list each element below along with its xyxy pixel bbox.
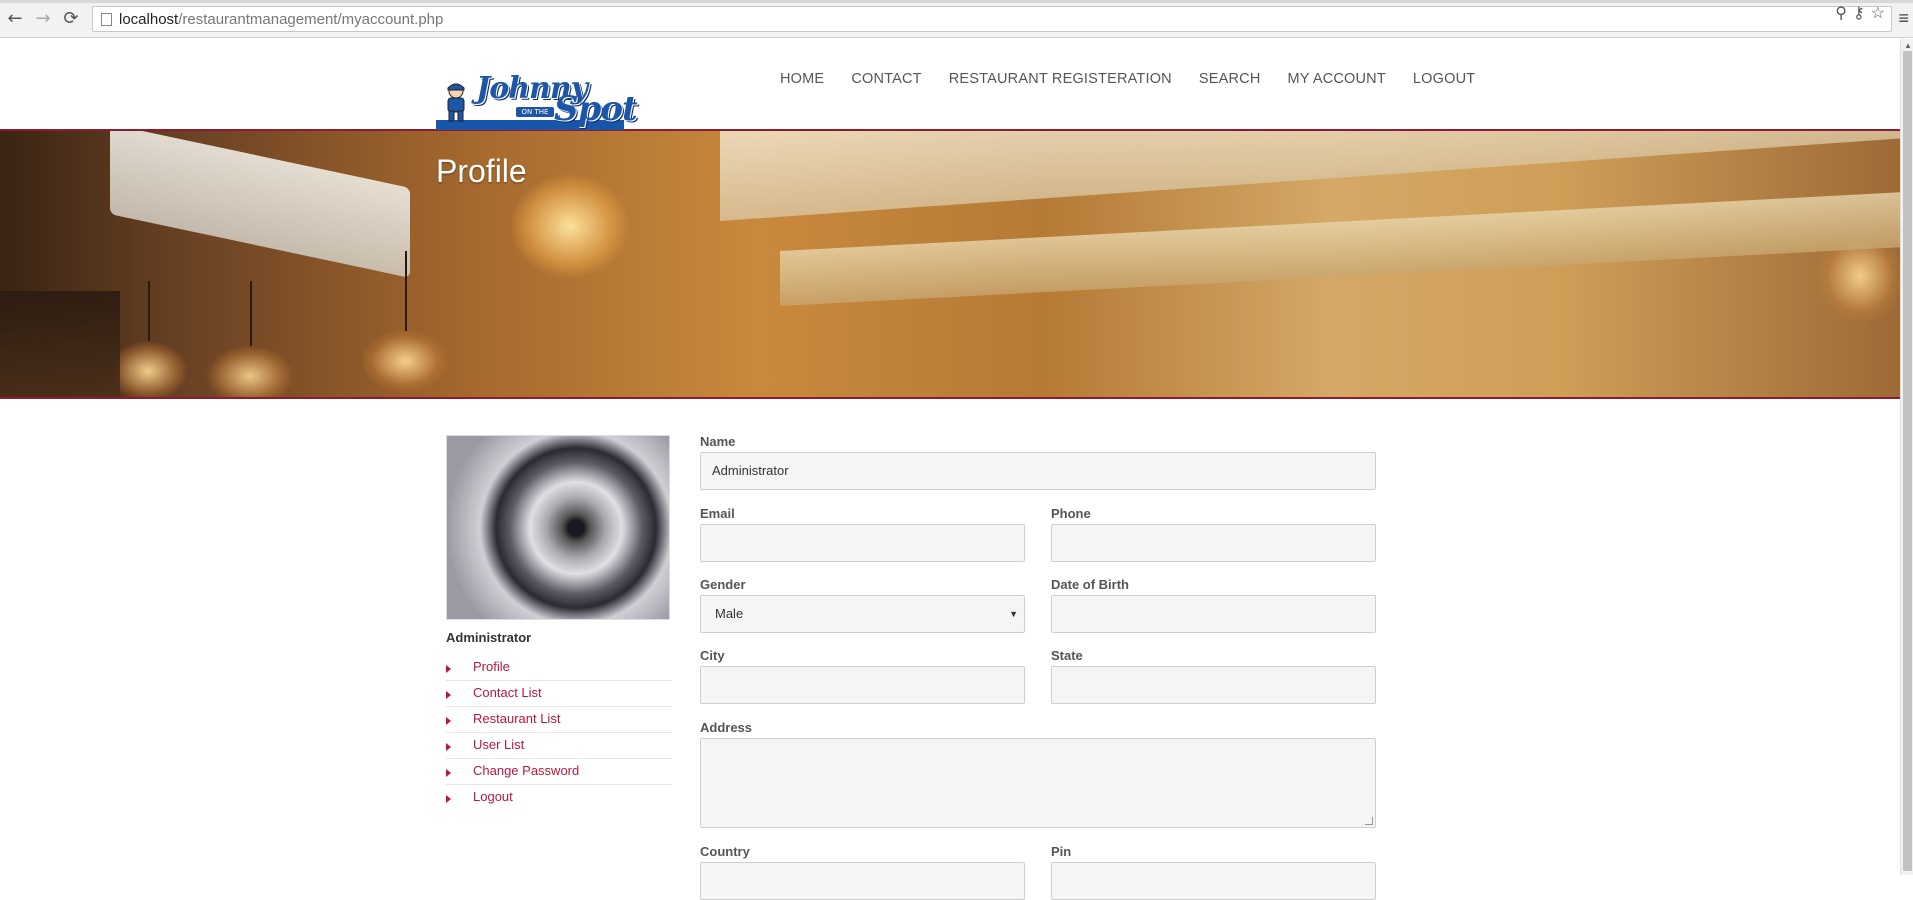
address-bar[interactable]: localhost/restaurantmanagement/myaccount… <box>92 6 1892 32</box>
pin-field[interactable] <box>1051 862 1376 900</box>
sidebar-item-restaurant-list[interactable]: Restaurant List <box>446 707 672 733</box>
nav-search[interactable]: SEARCH <box>1199 71 1261 87</box>
main-nav: HOME CONTACT RESTAURANT REGISTERATION SE… <box>780 71 1502 87</box>
sidebar-menu: Profile Contact List Restaurant List Use… <box>446 655 672 811</box>
sidebar-link[interactable]: Profile <box>473 659 510 674</box>
sidebar-item-contact-list[interactable]: Contact List <box>446 681 672 707</box>
sidebar-link[interactable]: Contact List <box>473 685 542 700</box>
nav-my-account[interactable]: MY ACCOUNT <box>1288 71 1386 87</box>
caret-right-icon <box>446 717 451 725</box>
star-icon[interactable]: ☆ <box>1871 3 1885 23</box>
address-label: Address <box>700 720 753 735</box>
scroll-up-icon[interactable]: ▲ <box>1904 41 1912 50</box>
reload-icon[interactable]: ⟳ <box>60 8 82 30</box>
logo-word-spot: Spot <box>554 89 638 129</box>
email-field[interactable] <box>700 524 1025 562</box>
email-label: Email <box>700 506 735 521</box>
scrollbar-thumb[interactable] <box>1903 51 1912 871</box>
web-page: Johnny ON THE Spot HOME CONTACT RESTAURA… <box>0 39 1900 900</box>
address-textarea[interactable] <box>700 738 1376 828</box>
url-text: localhost/restaurantmanagement/myaccount… <box>119 11 444 28</box>
user-name: Administrator <box>446 630 532 645</box>
zoom-icon[interactable]: ⚲ <box>1835 3 1847 23</box>
site-logo[interactable]: Johnny ON THE Spot <box>436 67 638 130</box>
key-icon[interactable]: ⚷ <box>1853 3 1865 23</box>
sidebar-link[interactable]: User List <box>473 737 524 752</box>
sidebar-item-change-password[interactable]: Change Password <box>446 759 672 785</box>
mascot-icon <box>447 83 465 122</box>
nav-home[interactable]: HOME <box>780 71 824 87</box>
country-label: Country <box>700 844 750 859</box>
lamp-cord <box>250 281 252 346</box>
browser-menu-icon[interactable]: ≡ <box>1898 8 1909 29</box>
banner-beam-lower <box>780 192 1900 306</box>
gender-label: Gender <box>700 577 746 592</box>
nav-contact[interactable]: CONTACT <box>851 71 921 87</box>
sidebar-link[interactable]: Restaurant List <box>473 711 560 726</box>
caret-right-icon <box>446 795 451 803</box>
state-field[interactable] <box>1051 666 1376 704</box>
tab-strip <box>0 0 1913 3</box>
page-title: Profile <box>436 153 527 189</box>
nav-restaurant-registration[interactable]: RESTAURANT REGISTERATION <box>949 71 1172 87</box>
banner-air-conditioner <box>110 131 410 278</box>
country-field[interactable] <box>700 862 1025 900</box>
banner-shadow <box>0 291 120 397</box>
phone-label: Phone <box>1051 506 1091 521</box>
site-header: Johnny ON THE Spot HOME CONTACT RESTAURA… <box>0 39 1900 131</box>
caret-right-icon <box>446 743 451 751</box>
page-banner: Profile <box>0 131 1900 399</box>
caret-right-icon <box>446 769 451 777</box>
caret-right-icon <box>446 665 451 673</box>
sidebar-item-profile[interactable]: Profile <box>446 655 672 681</box>
sidebar-item-user-list[interactable]: User List <box>446 733 672 759</box>
caret-right-icon <box>446 691 451 699</box>
gender-select[interactable]: Male ▼ <box>700 595 1025 633</box>
dob-field[interactable] <box>1051 595 1376 633</box>
omnibox-icons: ⚲ ⚷ ☆ <box>1835 3 1885 23</box>
browser-toolbar: ← → ⟳ localhost/restaurantmanagement/mya… <box>0 0 1913 38</box>
dob-label: Date of Birth <box>1051 577 1129 592</box>
back-icon[interactable]: ← <box>4 8 26 30</box>
sidebar-link[interactable]: Logout <box>473 789 513 804</box>
sidebar-link[interactable]: Change Password <box>473 763 579 778</box>
nav-logout[interactable]: LOGOUT <box>1413 71 1475 87</box>
pin-label: Pin <box>1051 844 1072 859</box>
page-icon <box>101 13 112 26</box>
chevron-down-icon: ▼ <box>1009 609 1018 619</box>
sidebar-item-logout[interactable]: Logout <box>446 785 672 811</box>
lamp-cord <box>405 251 407 331</box>
page-scrollbar[interactable]: ▲ <box>1900 39 1913 875</box>
gender-selected-value: Male <box>715 606 744 621</box>
phone-field[interactable] <box>1051 524 1376 562</box>
city-field[interactable] <box>700 666 1025 704</box>
avatar <box>446 435 670 620</box>
lamp-cord <box>148 281 150 341</box>
name-label: Name <box>700 434 736 449</box>
resize-handle-icon[interactable] <box>1365 817 1373 825</box>
logo-on-the: ON THE <box>516 107 554 117</box>
state-label: State <box>1051 648 1083 663</box>
city-label: City <box>700 648 725 663</box>
name-field[interactable]: Administrator <box>700 452 1376 490</box>
forward-icon[interactable]: → <box>32 8 54 30</box>
account-sidebar: Administrator Profile Contact List Resta… <box>446 435 672 811</box>
